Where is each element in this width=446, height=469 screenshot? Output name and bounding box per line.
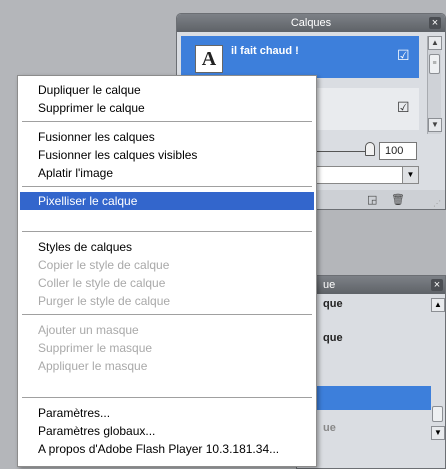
close-icon[interactable]: × xyxy=(431,279,443,291)
secondary-panel: ue × ▲ que que ue ▼ xyxy=(296,275,446,469)
layers-panel-title: Calques xyxy=(177,14,445,32)
secondary-panel-titlebar: ue xyxy=(297,276,445,294)
context-menu: Dupliquer le calque Supprimer le calque … xyxy=(17,75,317,467)
menu-separator xyxy=(22,397,312,398)
menu-item-rasterize-layer[interactable]: Pixelliser le calque xyxy=(20,192,314,210)
secondary-panel-text: que xyxy=(323,298,343,310)
menu-item-copy-style[interactable]: Copier le style de calque xyxy=(20,256,314,274)
resize-grip-icon[interactable]: ⋰ xyxy=(433,199,441,208)
scroll-up-arrow-icon[interactable]: ▲ xyxy=(428,36,442,50)
menu-item-merge-visible[interactable]: Fusionner les calques visibles xyxy=(20,146,314,164)
secondary-panel-selected-row[interactable] xyxy=(297,386,431,410)
menu-item-about-flash[interactable]: A propos d'Adobe Flash Player 10.3.181.3… xyxy=(20,440,314,458)
new-layer-icon[interactable]: ◲ xyxy=(367,194,380,206)
layer-name: il fait chaud ! xyxy=(231,45,299,57)
menu-item-global-settings[interactable]: Paramètres globaux... xyxy=(20,422,314,440)
scroll-up-arrow-icon[interactable]: ▲ xyxy=(431,298,445,312)
menu-item-flatten-image[interactable]: Aplatir l'image xyxy=(20,164,314,182)
menu-item-duplicate-layer[interactable]: Dupliquer le calque xyxy=(20,81,314,99)
visibility-checkbox[interactable]: ☑ xyxy=(397,48,411,62)
scroll-thumb[interactable] xyxy=(432,406,443,422)
blend-mode-select[interactable]: ▼ xyxy=(309,166,419,184)
visibility-checkbox[interactable]: ☑ xyxy=(397,100,411,114)
scroll-thumb[interactable]: ≡ xyxy=(429,54,440,74)
layer-thumbnail: A xyxy=(195,45,223,73)
secondary-panel-title: ue xyxy=(323,279,336,291)
menu-item-clear-style[interactable]: Purger le style de calque xyxy=(20,292,314,310)
menu-item-apply-mask[interactable]: Appliquer le masque xyxy=(20,357,314,375)
menu-item-delete-layer[interactable]: Supprimer le calque xyxy=(20,99,314,117)
menu-item-delete-mask[interactable]: Supprimer le masque xyxy=(20,339,314,357)
menu-separator xyxy=(22,186,312,187)
opacity-slider-handle[interactable] xyxy=(365,142,375,156)
layer-row-selected[interactable]: A il fait chaud ! ☑ xyxy=(181,36,419,78)
menu-separator xyxy=(22,231,312,232)
secondary-panel-text: ue xyxy=(323,422,336,434)
opacity-input[interactable]: 100 xyxy=(379,142,417,160)
scroll-down-arrow-icon[interactable]: ▼ xyxy=(428,118,442,132)
menu-separator xyxy=(22,121,312,122)
layers-scrollbar[interactable]: ▲ ≡ ▼ xyxy=(427,36,442,134)
chevron-down-icon[interactable]: ▼ xyxy=(402,167,418,183)
secondary-panel-text: que xyxy=(323,332,343,344)
scroll-down-arrow-icon[interactable]: ▼ xyxy=(431,426,445,440)
menu-separator xyxy=(22,314,312,315)
opacity-slider-track[interactable] xyxy=(309,151,369,152)
menu-item-paste-style[interactable]: Coller le style de calque xyxy=(20,274,314,292)
close-icon[interactable]: × xyxy=(429,17,441,29)
menu-item-layer-styles[interactable]: Styles de calques xyxy=(20,238,314,256)
menu-item-settings[interactable]: Paramètres... xyxy=(20,404,314,422)
secondary-scrollbar[interactable]: ▼ xyxy=(431,406,445,446)
menu-item-add-mask[interactable]: Ajouter un masque xyxy=(20,321,314,339)
menu-item-merge-layers[interactable]: Fusionner les calques xyxy=(20,128,314,146)
trash-icon[interactable]: 🗑 xyxy=(391,194,405,206)
